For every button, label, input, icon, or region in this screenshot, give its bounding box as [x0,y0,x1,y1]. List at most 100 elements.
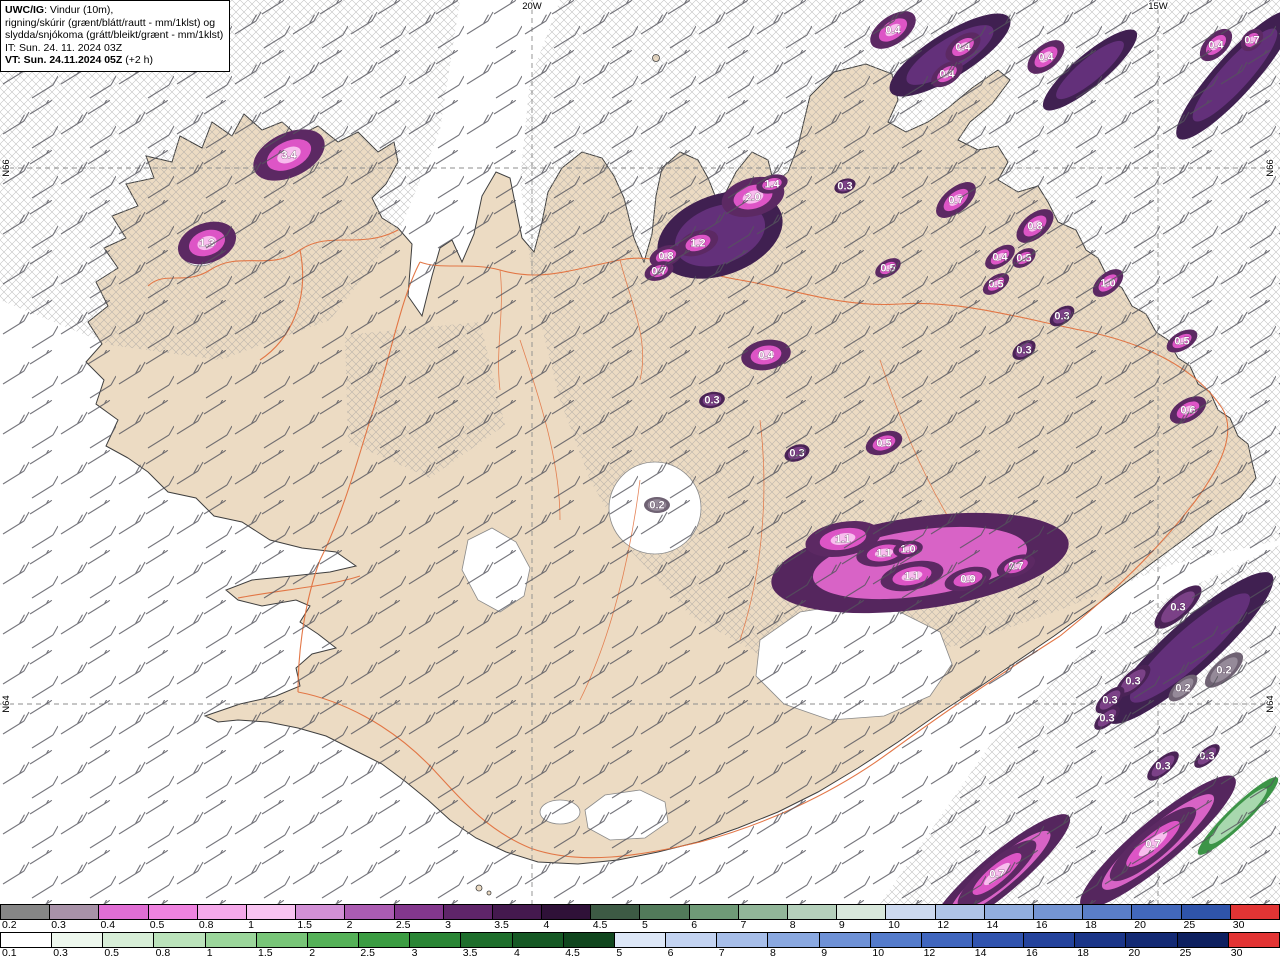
legend-label: 3.5 [462,947,478,959]
legend-label: 30 [1230,947,1243,959]
legend-cell [1,905,51,919]
legend-cell [768,933,820,947]
legend-cell [50,905,100,919]
title-line-1: UWC/IG: Vindur (10m), [5,4,114,16]
legend-label: 2 [309,947,316,959]
legend-cell [345,905,395,919]
legend-cell [197,905,247,919]
legend-cell [1228,933,1279,947]
legend-cell [296,905,346,919]
legend-label: 20 [1134,919,1146,931]
legend-label: 1.5 [258,947,273,959]
parallel-label: N64 [1,695,12,712]
legend-label: 5 [642,919,648,931]
legend-cell [461,933,513,947]
legend-cell [819,933,871,947]
legend-cell [1083,905,1133,919]
legend-cell [1177,933,1229,947]
legend-cell [563,933,615,947]
legend-cell [542,905,592,919]
legend-cell [591,905,641,919]
legend-label: 20 [1128,947,1141,959]
wind-barbs-overlay [0,0,1280,904]
legend-cell [154,933,206,947]
title-line-2: rigning/skúrir (grænt/blátt/rautt - mm/1… [5,16,216,29]
legend-label: 1 [206,947,213,959]
legend-label: 2 [346,919,353,931]
legend-label: 4.5 [592,919,608,931]
legend-cell [1,933,53,947]
legend-label: 0.5 [104,947,119,959]
legend-sleet-bar [0,904,1280,920]
legend-label: 8 [770,947,776,959]
legend-cell [788,905,838,919]
legend-label: 0.8 [155,947,171,959]
legend: 0.2 0.3 0.4 0.5 0.8 1 1.5 2 2.5 3 3.5 4 4.5 5 6 7 8 9 10 12… [0,904,1280,960]
legend-label: 0.8 [198,919,214,931]
legend-row-rain: 0.1 0.3 0.5 0.8 1 1.5 2 2.5 3 3.5 4 4.5 5 6 7 8 9 10 12 14 1… [0,932,1280,960]
legend-label: 12 [937,919,950,931]
legend-label: 10 [888,919,900,931]
legend-label: 25 [1179,947,1192,959]
legend-cell [1033,905,1084,919]
legend-cell [921,933,973,947]
legend-cell [1075,933,1127,947]
legend-cell [307,933,360,947]
map-area: 0.40.40.40.40.40.73.41.32.01.40.30.70.81… [0,0,1280,904]
legend-label: 25 [1183,919,1196,931]
meridian-label: 20W [522,1,542,12]
legend-cell [689,905,739,919]
legend-cell [738,905,788,919]
legend-cell [246,905,297,919]
legend-label: 10 [872,947,885,959]
legend-cell [410,933,462,947]
title-box: UWC/IG: Vindur (10m), rigning/skúrir (gr… [0,0,231,72]
legend-label: 3 [411,947,418,959]
legend-label: 14 [974,947,987,959]
legend-label: 0.4 [100,919,116,931]
legend-label: 0.3 [53,947,68,959]
legend-label: 9 [821,947,828,959]
legend-cell [205,933,257,947]
legend-label: 2.5 [395,919,411,931]
parallel-label: N66 [1265,159,1276,176]
legend-label: 6 [667,947,674,959]
legend-cell [443,905,493,919]
legend-cell [935,905,985,919]
legend-cell [614,933,667,947]
legend-row-sleet: 0.2 0.3 0.4 0.5 0.8 1 1.5 2 2.5 3 3.5 4 4.5 5 6 7 8 9 10 12… [0,904,1280,932]
legend-label: 0.5 [149,919,165,931]
legend-cell [1181,905,1231,919]
legend-cell [640,905,690,919]
legend-label: 1 [248,919,254,931]
legend-label: 4 [543,919,550,931]
legend-cell [512,933,564,947]
legend-label: 5 [616,947,623,959]
legend-cell [886,905,936,919]
legend-label: 1.5 [297,919,312,931]
legend-label: 4.5 [565,947,580,959]
legend-label: 12 [923,947,936,959]
legend-label: 16 [1026,947,1038,959]
legend-label: 6 [691,919,698,931]
legend-label: 7 [740,919,747,931]
title-line-4: IT: Sun. 24. 11. 2024 03Z [5,41,123,54]
legend-label: 0.3 [51,919,66,931]
legend-cell [1230,905,1279,919]
legend-label: 4 [514,947,520,959]
legend-label: 18 [1085,919,1097,931]
legend-cell [1024,933,1076,947]
legend-cell [984,905,1034,919]
legend-label: 16 [1035,919,1048,931]
legend-cell [394,905,444,919]
legend-cell [99,905,149,919]
legend-cell [837,905,887,919]
legend-label: 2.5 [360,947,375,959]
legend-cell [359,933,411,947]
meridian-label: 15W [1148,1,1168,12]
legend-cell [148,905,198,919]
parallel-label: N64 [1265,695,1276,712]
legend-cell [52,933,104,947]
parallel-label: N66 [1,159,12,176]
legend-cell [972,933,1025,947]
